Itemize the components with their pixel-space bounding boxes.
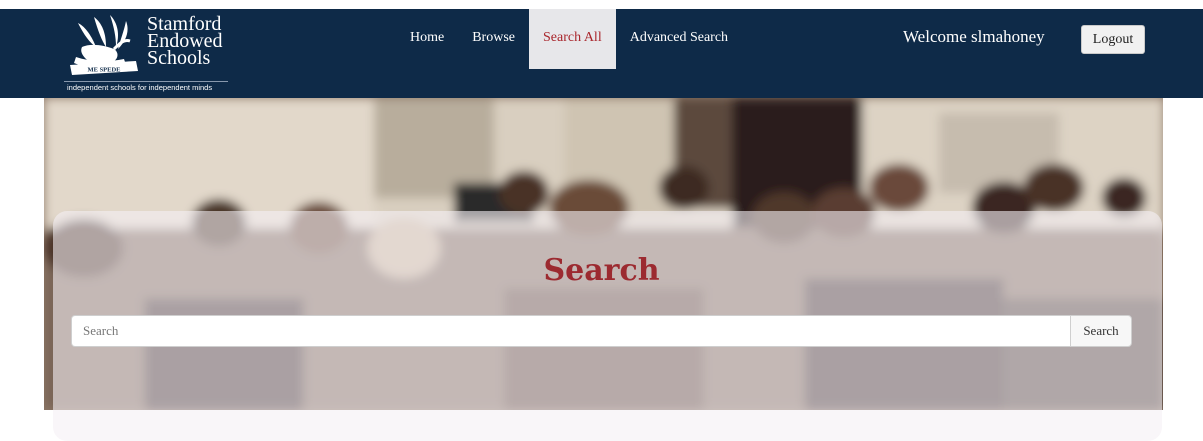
top-navbar: ME SPEDE Stamford Endowed Schools indepe… [0, 9, 1203, 98]
nav-home[interactable]: Home [396, 9, 458, 69]
search-bar: Search [71, 315, 1132, 347]
nav-search-all[interactable]: Search All [529, 9, 616, 69]
pelican-crest-icon: ME SPEDE [70, 15, 138, 75]
brand-motto: ME SPEDE [87, 67, 120, 74]
brand-name: Stamford Endowed Schools [147, 14, 223, 69]
nav-advanced-search[interactable]: Advanced Search [616, 9, 742, 69]
brand-tagline: independent schools for independent mind… [67, 83, 213, 92]
nav-browse[interactable]: Browse [458, 9, 529, 69]
logout-button[interactable]: Logout [1081, 25, 1145, 54]
school-logo[interactable]: ME SPEDE Stamford Endowed Schools indepe… [64, 9, 234, 98]
welcome-message: Welcome slmahoney [903, 27, 1045, 46]
logo-divider [64, 81, 228, 82]
search-heading: Search [543, 253, 660, 289]
search-input[interactable] [71, 315, 1070, 347]
search-button[interactable]: Search [1070, 315, 1132, 347]
brand-name-line-3: Schools [147, 47, 211, 69]
main-nav: Home Browse Search All Advanced Search [396, 9, 742, 98]
